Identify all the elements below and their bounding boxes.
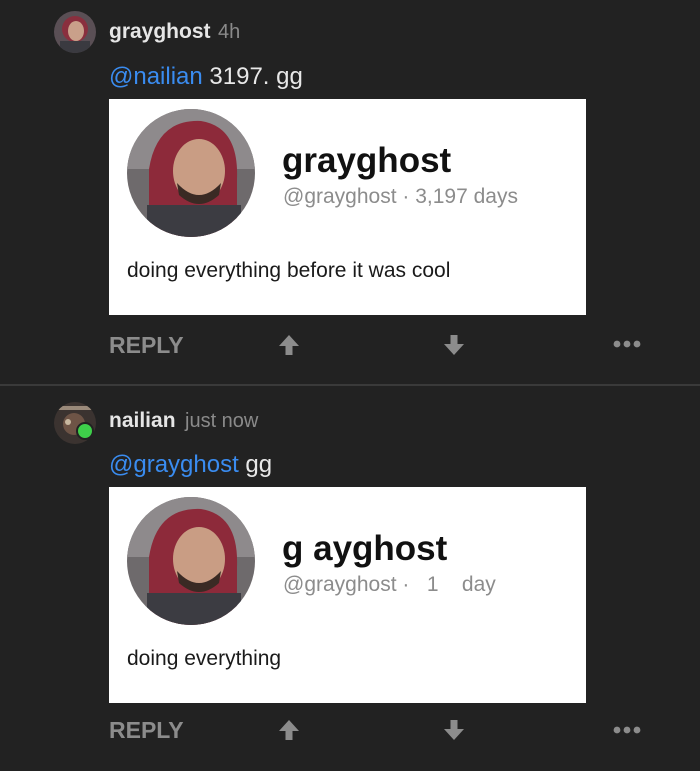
- arrow-down-icon[interactable]: [442, 718, 466, 742]
- profile-bio: doing everything before it was cool: [127, 259, 451, 282]
- reply-button[interactable]: REPLY: [109, 332, 184, 359]
- reply-button[interactable]: REPLY: [109, 717, 184, 744]
- arrow-down-icon[interactable]: [442, 333, 466, 357]
- comment-body: @grayghost gg: [109, 451, 272, 479]
- user-mention-link[interactable]: @grayghost: [109, 451, 239, 478]
- more-dots-icon[interactable]: [613, 339, 641, 349]
- comment-username[interactable]: grayghost: [109, 20, 211, 44]
- comment-2: nailian just now @grayghost gg g ayghost…: [0, 386, 700, 771]
- embedded-profile-screenshot[interactable]: grayghost @grayghost · 3,197 days doing …: [109, 99, 586, 315]
- comment-username[interactable]: nailian: [109, 409, 176, 433]
- more-dots-icon[interactable]: [613, 725, 641, 735]
- comment-text: 3197. gg: [202, 63, 303, 90]
- profile-display-name: g ayghost: [282, 529, 448, 568]
- profile-handle: @grayghost · 3,197 days: [283, 185, 518, 208]
- comment-timestamp: just now: [185, 410, 259, 432]
- user-mention-link[interactable]: @nailian: [109, 63, 203, 90]
- profile-avatar: [127, 109, 255, 237]
- profile-avatar: [127, 497, 255, 625]
- profile-display-name: grayghost: [282, 141, 452, 180]
- comment-body: @nailian 3197. gg: [109, 63, 303, 91]
- comment-text: gg: [238, 451, 273, 478]
- profile-handle: @grayghost · 1 day: [283, 573, 496, 596]
- user-avatar[interactable]: [54, 11, 96, 53]
- comment-1: grayghost 4h @nailian 3197. gg grayghost…: [0, 0, 700, 384]
- comment-timestamp: 4h: [218, 21, 241, 43]
- arrow-up-icon[interactable]: [277, 718, 301, 742]
- embedded-profile-screenshot[interactable]: g ayghost @grayghost · 1 day doing every…: [109, 487, 586, 703]
- online-status-indicator: [76, 422, 94, 440]
- profile-bio: doing everything: [127, 647, 282, 670]
- arrow-up-icon[interactable]: [277, 333, 301, 357]
